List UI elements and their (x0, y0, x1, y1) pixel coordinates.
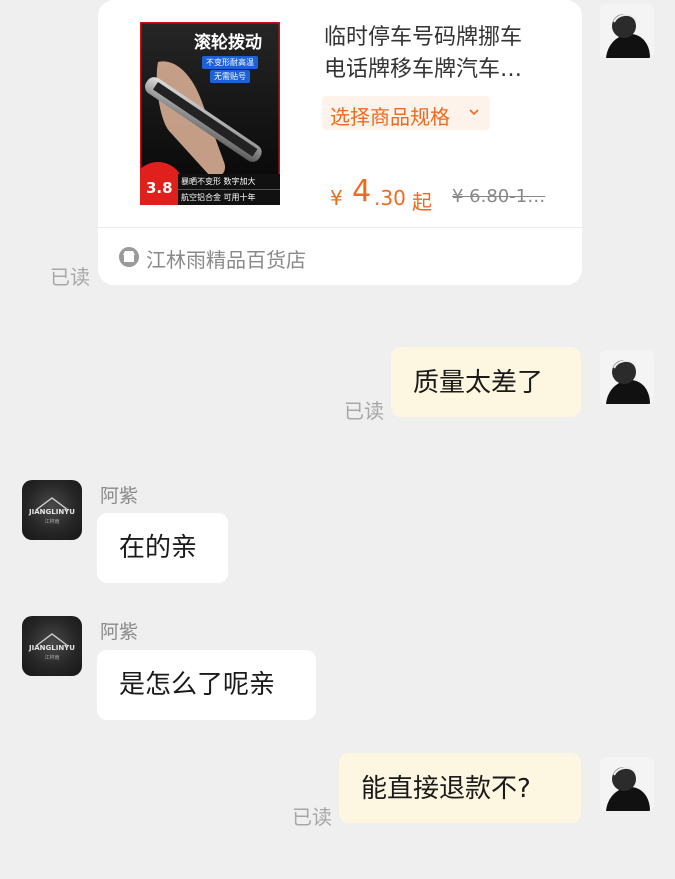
select-spec-button[interactable]: 选择商品规格 (322, 96, 490, 130)
price-original: ¥ 6.80-1… (452, 186, 546, 207)
message-text: 在的亲 (119, 533, 198, 563)
price-main: 4 (352, 174, 372, 209)
avatar[interactable] (600, 4, 654, 58)
card-divider (98, 227, 582, 228)
avatar[interactable]: JIANGLINYU 江林雨 (22, 480, 82, 540)
price-suffix: 起 (412, 190, 432, 214)
message-bubble-other[interactable]: 在的亲 (97, 513, 228, 583)
product-title-line-2: 电话牌移车牌汽车… (324, 57, 523, 82)
select-spec-label: 选择商品规格 (330, 105, 450, 129)
product-card[interactable]: 滚轮拨动 不变形耐高温 无需贴号 3.8 暴晒不变形 数字加大 航空铝合金 可用… (98, 0, 582, 285)
avatar[interactable]: JIANGLINYU 江林雨 (22, 616, 82, 676)
thumb-banner: 滚轮拨动 (194, 33, 262, 53)
message-text: 能直接退款不? (361, 774, 531, 804)
sender-name: 阿紫 (100, 485, 139, 507)
price-decimal: .30 (374, 186, 406, 210)
read-status: 已读 (344, 399, 384, 423)
store-icon (119, 247, 139, 267)
thumb-price-badge: 3.8 (146, 179, 173, 197)
shop-logo: JIANGLINYU 江林雨 (28, 497, 75, 525)
shop-logo-subtext: 江林雨 (44, 654, 59, 661)
message-bubble-self[interactable]: 质量太差了 (391, 347, 581, 417)
chevron-down-icon (469, 109, 479, 116)
message-text: 是怎么了呢亲 (119, 670, 276, 700)
message-bubble-other[interactable]: 是怎么了呢亲 (97, 650, 316, 720)
thumb-line-2: 航空铝合金 可用十年 (181, 193, 256, 202)
product-title-line-1: 临时停车号码牌挪车 (324, 25, 523, 50)
message-bubble-self[interactable]: 能直接退款不? (339, 753, 581, 823)
thumb-line-1: 暴晒不变形 数字加大 (181, 177, 256, 186)
message-text: 质量太差了 (413, 368, 544, 398)
user-avatar-image (600, 4, 654, 58)
shop-logo: JIANGLINYU 江林雨 (28, 633, 75, 661)
product-thumbnail: 滚轮拨动 不变形耐高温 无需贴号 3.8 暴晒不变形 数字加大 航空铝合金 可用… (140, 22, 280, 205)
price-currency: ¥ (330, 186, 343, 210)
user-avatar-image (600, 350, 654, 404)
shop-logo-text: JIANGLINYU (28, 508, 75, 516)
sender-name: 阿紫 (100, 621, 139, 643)
shop-logo-text: JIANGLINYU (28, 644, 75, 652)
read-status: 已读 (292, 805, 332, 829)
shop-name-link[interactable]: 江林雨精品百货店 (146, 244, 306, 273)
thumb-tag-1: 不变形耐高温 (202, 56, 258, 69)
avatar[interactable] (600, 350, 654, 404)
avatar[interactable] (600, 757, 654, 811)
thumb-tag-2: 无需贴号 (210, 70, 250, 83)
shop-logo-subtext: 江林雨 (44, 518, 59, 525)
user-avatar-image (600, 757, 654, 811)
read-status: 已读 (50, 265, 90, 289)
